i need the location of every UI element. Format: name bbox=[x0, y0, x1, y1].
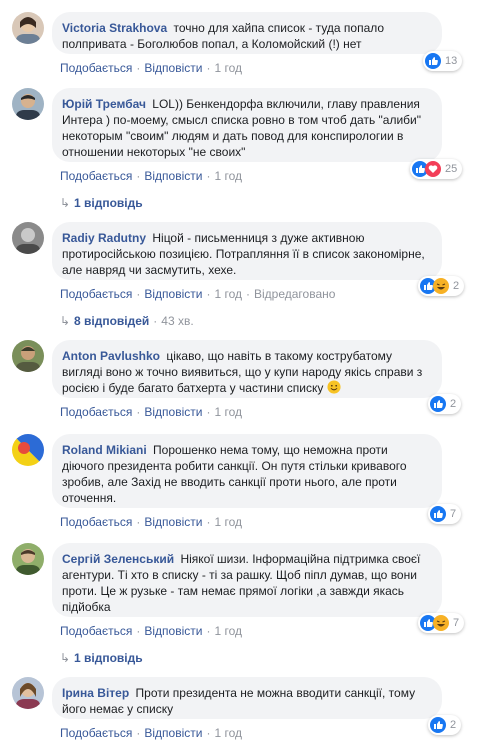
comment-author[interactable]: Roland Mikiani bbox=[62, 443, 147, 457]
reply-button[interactable]: Відповісти bbox=[144, 287, 202, 301]
comment-time[interactable]: 1 год bbox=[214, 61, 242, 75]
comment-time[interactable]: 1 год bbox=[214, 726, 242, 740]
haha-icon bbox=[433, 615, 449, 631]
avatar[interactable] bbox=[12, 88, 44, 120]
like-button[interactable]: Подобається bbox=[60, 169, 132, 183]
comment-author[interactable]: Victoria Strakhova bbox=[62, 21, 167, 35]
view-replies-link[interactable]: ↳ 8 відповідей · 43 хв. bbox=[60, 314, 194, 328]
reaction-count: 2 bbox=[453, 280, 460, 292]
like-icon bbox=[430, 717, 446, 733]
avatar[interactable] bbox=[12, 677, 44, 709]
comment-bubble: Roland Mikiani Порошенко нема тому, що н… bbox=[52, 434, 442, 508]
replies-count[interactable]: 8 відповідей bbox=[74, 314, 149, 328]
like-button[interactable]: Подобається bbox=[60, 405, 132, 419]
reactions-summary[interactable]: 2 bbox=[418, 276, 465, 296]
view-replies-link[interactable]: ↳ 1 відповідь bbox=[60, 196, 143, 210]
comment-time[interactable]: 1 год bbox=[214, 169, 242, 183]
comment-bubble: Юрій Трембач LOL)) Бенкендорфа включили,… bbox=[52, 88, 442, 162]
smile-emoji-icon bbox=[327, 380, 341, 394]
reply-button[interactable]: Відповісти bbox=[144, 61, 202, 75]
reply-button[interactable]: Відповісти bbox=[144, 624, 202, 638]
comment-time[interactable]: 1 год bbox=[214, 624, 242, 638]
avatar[interactable] bbox=[12, 222, 44, 254]
edited-label[interactable]: Відредаговано bbox=[254, 287, 335, 301]
like-button[interactable]: Подобається bbox=[60, 61, 132, 75]
replies-count[interactable]: 1 відповідь bbox=[74, 196, 143, 210]
reply-button[interactable]: Відповісти bbox=[144, 405, 202, 419]
like-icon bbox=[430, 506, 446, 522]
like-button[interactable]: Подобається bbox=[60, 515, 132, 529]
reaction-count: 25 bbox=[445, 163, 458, 175]
reaction-count: 7 bbox=[453, 617, 460, 629]
reactions-summary[interactable]: 25 bbox=[410, 159, 463, 179]
comment-author[interactable]: Ірина Вітер bbox=[62, 686, 129, 700]
reply-arrow-icon: ↳ bbox=[60, 314, 71, 328]
comment-actions: Подобається · Відповісти · 1 год bbox=[60, 515, 242, 529]
replies-count[interactable]: 1 відповідь bbox=[74, 651, 143, 665]
reactions-summary[interactable]: 2 bbox=[428, 715, 462, 735]
comment-author[interactable]: Сергій Зеленський bbox=[62, 552, 174, 566]
comment-actions: Подобається · Відповісти · 1 год bbox=[60, 726, 242, 740]
reaction-count: 7 bbox=[450, 508, 457, 520]
comment-bubble: Ірина Вітер Проти президента не можна вв… bbox=[52, 677, 442, 719]
comment-author[interactable]: Юрій Трембач bbox=[62, 97, 146, 111]
reactions-summary[interactable]: 7 bbox=[418, 613, 465, 633]
comment-time[interactable]: 1 год bbox=[214, 287, 242, 301]
reactions-summary[interactable]: 7 bbox=[428, 504, 462, 524]
comment-bubble: Radiy Radutny Ніцой - письменниця з дуже… bbox=[52, 222, 442, 280]
comment-actions: Подобається · Відповісти · 1 год bbox=[60, 61, 242, 75]
comment-bubble: Victoria Strakhova точно для хайпа списо… bbox=[52, 12, 442, 54]
comment-actions: Подобається · Відповісти · 1 год · Відредагова… bbox=[60, 287, 336, 301]
reply-button[interactable]: Відповісти bbox=[144, 169, 202, 183]
comment-time[interactable]: 1 год bbox=[214, 405, 242, 419]
reply-arrow-icon: ↳ bbox=[60, 651, 71, 665]
avatar[interactable] bbox=[12, 543, 44, 575]
like-icon bbox=[430, 396, 446, 412]
reaction-count: 2 bbox=[450, 398, 457, 410]
view-replies-link[interactable]: ↳ 1 відповідь bbox=[60, 651, 143, 665]
like-icon bbox=[425, 53, 441, 69]
comment-time[interactable]: 1 год bbox=[214, 515, 242, 529]
comment-bubble: Anton Pavlushko цікаво, що навіть в тако… bbox=[52, 340, 442, 398]
comment-actions: Подобається · Відповісти · 1 год bbox=[60, 169, 242, 183]
reactions-summary[interactable]: 2 bbox=[428, 394, 462, 414]
reactions-summary[interactable]: 13 bbox=[423, 51, 463, 71]
comment-author[interactable]: Radiy Radutny bbox=[62, 231, 146, 245]
avatar[interactable] bbox=[12, 12, 44, 44]
comment-author[interactable]: Anton Pavlushko bbox=[62, 349, 160, 363]
comment-actions: Подобається · Відповісти · 1 год bbox=[60, 405, 242, 419]
reply-button[interactable]: Відповісти bbox=[144, 726, 202, 740]
haha-icon bbox=[433, 278, 449, 294]
avatar[interactable] bbox=[12, 340, 44, 372]
like-button[interactable]: Подобається bbox=[60, 287, 132, 301]
love-icon bbox=[425, 161, 441, 177]
like-button[interactable]: Подобається bbox=[60, 624, 132, 638]
reaction-count: 2 bbox=[450, 719, 457, 731]
comment-actions: Подобається · Відповісти · 1 год bbox=[60, 624, 242, 638]
reaction-count: 13 bbox=[445, 55, 458, 67]
replies-time: 43 хв. bbox=[161, 314, 194, 328]
comment-bubble: Сергій Зеленський Ніякої шизи. Інформаці… bbox=[52, 543, 442, 617]
like-button[interactable]: Подобається bbox=[60, 726, 132, 740]
reply-button[interactable]: Відповісти bbox=[144, 515, 202, 529]
reply-arrow-icon: ↳ bbox=[60, 196, 71, 210]
comments-feed: Victoria Strakhova точно для хайпа списо… bbox=[0, 0, 496, 749]
avatar[interactable] bbox=[12, 434, 44, 466]
